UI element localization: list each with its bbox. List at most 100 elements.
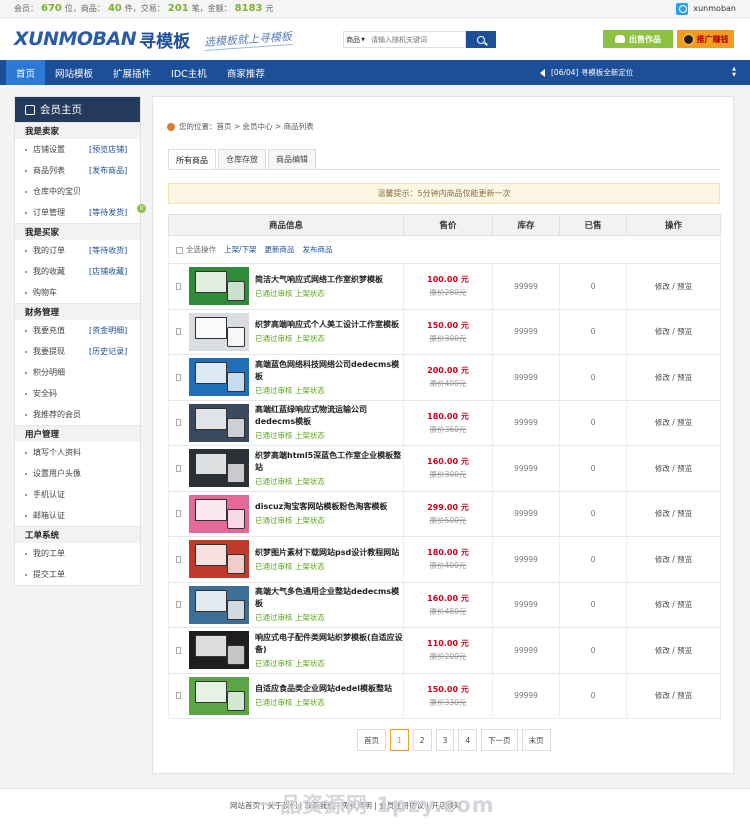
- edit-preview-link[interactable]: 修改 / 预览: [626, 582, 721, 628]
- sidebar-item-label[interactable]: 积分明细: [33, 367, 65, 378]
- sidebar-item-label[interactable]: 手机认证: [33, 489, 65, 500]
- row-checkbox[interactable]: [176, 646, 181, 654]
- update-products-link[interactable]: 更新商品: [265, 245, 295, 254]
- row-checkbox[interactable]: [176, 328, 181, 336]
- sidebar-item[interactable]: 仓库中的宝贝: [15, 181, 140, 202]
- edit-preview-link[interactable]: 修改 / 预览: [626, 445, 721, 492]
- nav-item-plugins[interactable]: 扩展插件: [103, 60, 161, 85]
- sidebar-item[interactable]: 订单管理 [等待发货] 0: [15, 202, 146, 223]
- product-thumbnail[interactable]: [189, 540, 249, 579]
- sidebar-item[interactable]: 提交工单: [15, 564, 140, 585]
- edit-preview-link[interactable]: 修改 / 预览: [626, 491, 721, 537]
- promote-button[interactable]: 推广赚钱: [677, 30, 734, 48]
- edit-preview-link[interactable]: 修改 / 预览: [626, 627, 721, 674]
- sidebar-item-label[interactable]: 邮箱认证: [33, 510, 65, 521]
- product-name[interactable]: 响应式电子配件类网站织梦模板(自适应设备): [255, 632, 403, 656]
- username[interactable]: xunmoban: [693, 4, 736, 13]
- sidebar-item-extra-link[interactable]: [等待发货]: [89, 207, 127, 218]
- nav-item-home[interactable]: 首页: [6, 60, 46, 85]
- sidebar-item-label[interactable]: 我的订单: [33, 245, 65, 256]
- sidebar-item[interactable]: 我的收藏 [店铺收藏]: [15, 261, 140, 282]
- sidebar-item[interactable]: 我要充值 [资金明细]: [15, 320, 140, 341]
- notice-scroll-arrows[interactable]: ▲ ▼: [732, 66, 736, 78]
- nav-item-idc[interactable]: IDC主机: [161, 60, 217, 85]
- row-checkbox[interactable]: [176, 419, 181, 427]
- nav-notice[interactable]: [06/04] 寻模板全新定位: [540, 60, 633, 85]
- sidebar-item[interactable]: 我的工单: [15, 543, 140, 564]
- row-checkbox[interactable]: [176, 601, 181, 609]
- sidebar-item-label[interactable]: 店铺设置: [33, 144, 65, 155]
- row-checkbox[interactable]: [176, 282, 181, 290]
- product-thumbnail[interactable]: [189, 494, 249, 533]
- sidebar-item[interactable]: 邮箱认证: [15, 505, 140, 526]
- pager-next[interactable]: 下一页: [481, 729, 518, 751]
- sidebar-item-extra-link[interactable]: [预览店铺]: [89, 144, 127, 155]
- product-thumbnail[interactable]: [189, 358, 249, 397]
- sidebar-item[interactable]: 我要提现 [历史记录]: [15, 341, 140, 362]
- product-thumbnail[interactable]: [189, 403, 249, 442]
- sidebar-item[interactable]: 安全码: [15, 383, 140, 404]
- row-checkbox[interactable]: [176, 510, 181, 518]
- search-button[interactable]: [466, 31, 496, 48]
- edit-preview-link[interactable]: 修改 / 预览: [626, 354, 721, 401]
- sidebar-item[interactable]: 商品列表 [发布商品]: [15, 160, 140, 181]
- sidebar-item-label[interactable]: 填写个人资料: [33, 447, 81, 458]
- nav-item-merchants[interactable]: 商家推荐: [217, 60, 275, 85]
- sidebar-item[interactable]: 填写个人资料: [15, 442, 140, 463]
- sidebar-item-label[interactable]: 我的收藏: [33, 266, 65, 277]
- sell-work-button[interactable]: 出售作品: [603, 30, 673, 48]
- pager-page-4[interactable]: 4: [458, 729, 478, 751]
- sidebar-item-label[interactable]: 我要充值: [33, 325, 65, 336]
- publish-product-link[interactable]: 发布商品: [303, 245, 333, 254]
- tab-warehouse[interactable]: 仓库存放: [218, 149, 266, 169]
- product-name[interactable]: 简洁大气响应式网络工作室织梦模板: [255, 274, 403, 286]
- sidebar-item-label[interactable]: 购物车: [33, 287, 57, 298]
- edit-preview-link[interactable]: 修改 / 预览: [626, 673, 721, 719]
- sidebar-item[interactable]: 设置用户头像: [15, 463, 140, 484]
- site-logo[interactable]: XUNMOBAN 寻模板: [14, 27, 190, 52]
- product-name[interactable]: 织梦图片素材下载网站psd设计教程网站: [255, 547, 403, 559]
- tab-edit-product[interactable]: 商品编辑: [268, 149, 316, 169]
- pager-page-3[interactable]: 3: [435, 729, 455, 751]
- sidebar-item[interactable]: 手机认证: [15, 484, 140, 505]
- sidebar-item-label[interactable]: 我的工单: [33, 548, 65, 559]
- product-thumbnail[interactable]: [189, 676, 249, 715]
- sidebar-item-label[interactable]: 我要提现: [33, 346, 65, 357]
- sidebar-item-label[interactable]: 设置用户头像: [33, 468, 81, 479]
- row-checkbox[interactable]: [176, 464, 181, 472]
- product-name[interactable]: 高端大气多色通用企业整站dedecms模板: [255, 586, 403, 610]
- sidebar-item[interactable]: 店铺设置 [预览店铺]: [15, 139, 140, 160]
- product-name[interactable]: 织梦高端html5深蓝色工作室企业模板整站: [255, 450, 403, 474]
- edit-preview-link[interactable]: 修改 / 预览: [626, 309, 721, 355]
- product-name[interactable]: 织梦高端响应式个人美工设计工作室模板: [255, 319, 403, 331]
- edit-preview-link[interactable]: 修改 / 预览: [626, 263, 721, 310]
- sidebar-item-extra-link[interactable]: [店铺收藏]: [89, 266, 127, 277]
- user-account[interactable]: xunmoban: [676, 2, 736, 15]
- sidebar-item-extra-link[interactable]: [等待收货]: [89, 245, 127, 256]
- select-all-checkbox[interactable]: [176, 246, 183, 254]
- sidebar-item-extra-link[interactable]: [资金明细]: [89, 325, 127, 336]
- row-checkbox[interactable]: [176, 555, 181, 563]
- pager-last[interactable]: 末页: [521, 729, 551, 751]
- row-checkbox[interactable]: [176, 692, 181, 700]
- product-thumbnail[interactable]: [189, 631, 249, 670]
- row-checkbox[interactable]: [176, 373, 181, 381]
- edit-preview-link[interactable]: 修改 / 预览: [626, 536, 721, 583]
- toggle-shelf-link[interactable]: 上架/下架: [224, 245, 257, 254]
- product-thumbnail[interactable]: [189, 312, 249, 351]
- pager-page-1[interactable]: 1: [390, 729, 409, 751]
- product-name[interactable]: 高端红蓝绿响应式物流运输公司dedecms模板: [255, 404, 403, 428]
- sidebar-item-label[interactable]: 提交工单: [33, 569, 65, 580]
- sidebar-item-label[interactable]: 商品列表: [33, 165, 65, 176]
- sidebar-item-label[interactable]: 仓库中的宝贝: [33, 186, 81, 197]
- sidebar-item-label[interactable]: 我推荐的会员: [33, 409, 81, 420]
- sidebar-item[interactable]: 积分明细: [15, 362, 140, 383]
- sidebar-item-extra-link[interactable]: [发布商品]: [89, 165, 127, 176]
- pager-page-2[interactable]: 2: [412, 729, 432, 751]
- product-name[interactable]: discuz淘宝客网站模板粉色淘客模板: [255, 501, 403, 513]
- sidebar-item[interactable]: 我推荐的会员: [15, 404, 140, 425]
- product-thumbnail[interactable]: [189, 267, 249, 306]
- nav-item-templates[interactable]: 网站模板: [45, 60, 103, 85]
- product-name[interactable]: 自适应食品类企业网站dedel模板整站: [255, 683, 403, 695]
- search-category-select[interactable]: 商品 ▼: [343, 31, 367, 48]
